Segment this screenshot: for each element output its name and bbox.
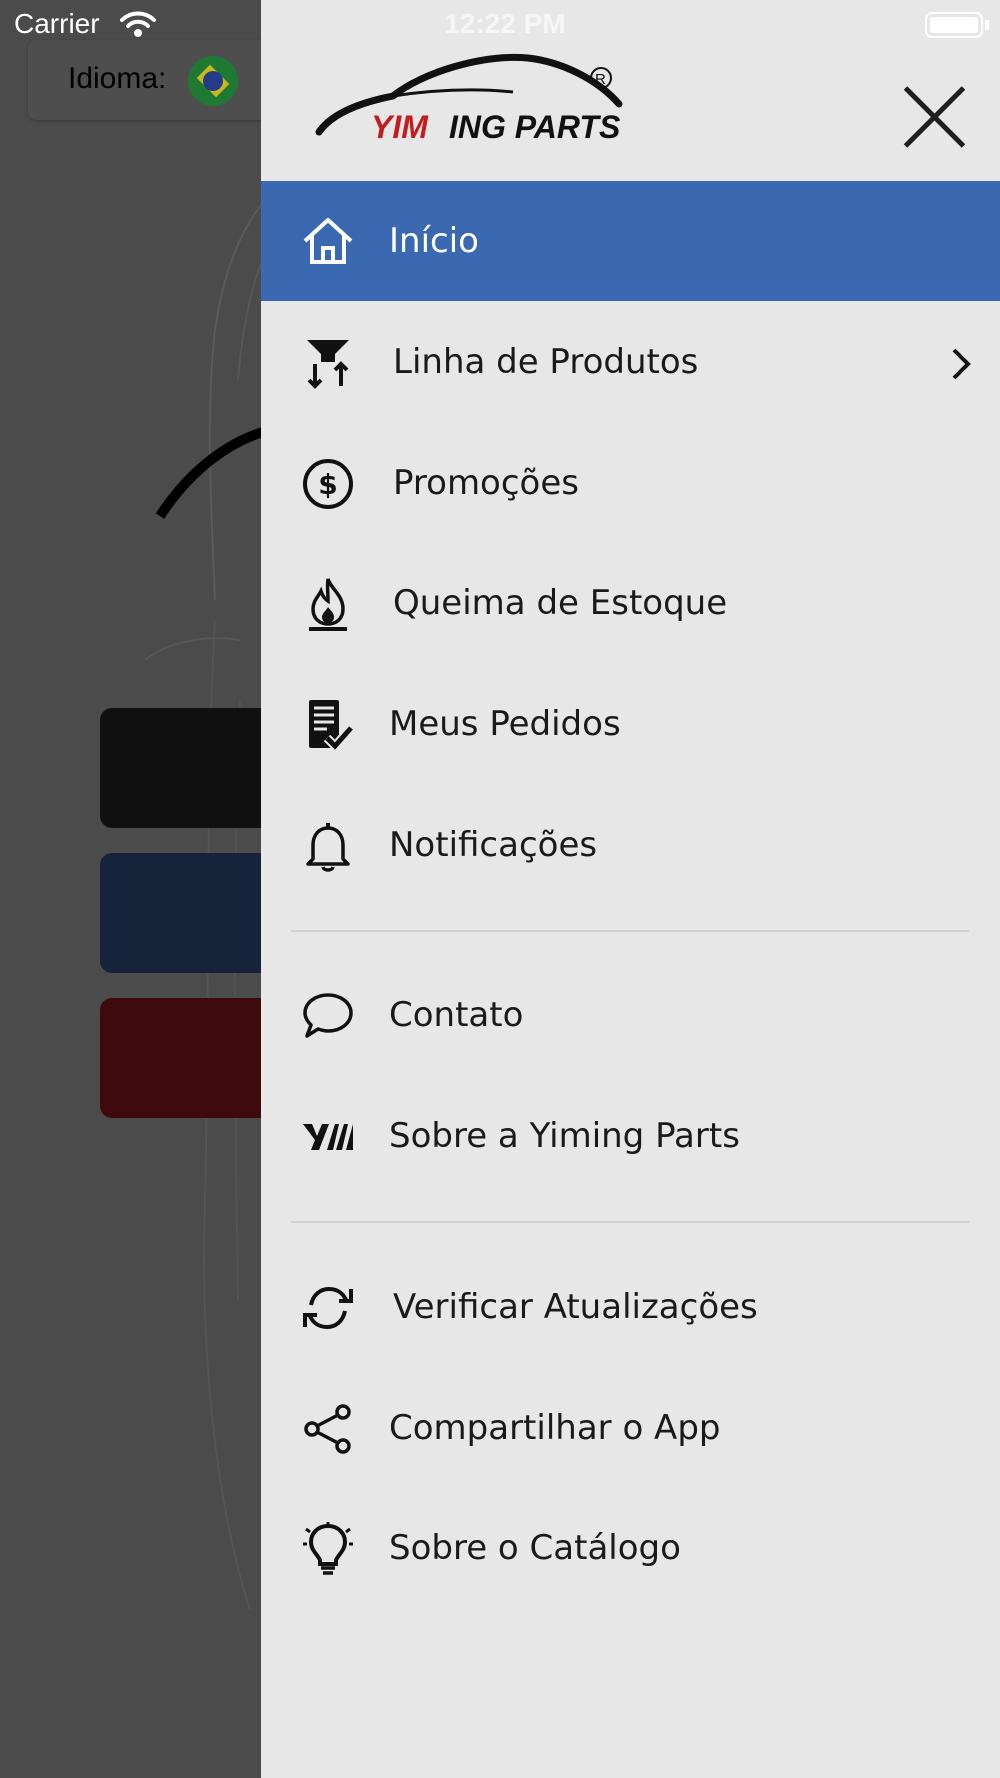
menu-label-contato: Contato — [389, 995, 524, 1035]
ym-logo-icon — [303, 1124, 353, 1150]
navigation-drawer: YIM ING PARTS R Início Linha de Produtos — [261, 0, 1000, 1778]
status-bar: Carrier 12:22 PM — [0, 0, 1000, 50]
menu-item-contato[interactable]: Contato — [261, 955, 1000, 1075]
flame-icon — [309, 578, 347, 631]
chevron-right-icon — [952, 348, 971, 380]
share-icon — [304, 1404, 351, 1454]
home-icon — [303, 218, 353, 264]
menu-label-compartilhar-app: Compartilhar o App — [389, 1408, 721, 1448]
menu-label-meus-pedidos: Meus Pedidos — [389, 704, 621, 744]
menu-item-queima-de-estoque[interactable]: Queima de Estoque — [261, 543, 1000, 663]
menu-divider-2 — [291, 1221, 969, 1223]
menu-item-verificar-atualizacoes[interactable]: Verificar Atualizações — [261, 1247, 1000, 1367]
bell-icon — [306, 823, 350, 872]
menu-item-linha-de-produtos[interactable]: Linha de Produtos — [261, 302, 1000, 422]
close-button[interactable] — [899, 82, 969, 152]
svg-text:R: R — [595, 71, 606, 88]
yiming-parts-logo: YIM ING PARTS R — [315, 53, 623, 145]
menu-label-verificar-atualizacoes: Verificar Atualizações — [393, 1287, 758, 1327]
status-time: 12:22 PM — [444, 8, 566, 39]
menu-label-linha-de-produtos: Linha de Produtos — [393, 342, 699, 382]
svg-text:$: $ — [318, 468, 337, 501]
menu-divider-1 — [291, 930, 969, 932]
menu-item-sobre-yiming[interactable]: Sobre a Yiming Parts — [261, 1076, 1000, 1196]
menu-label-notificacoes: Notificações — [389, 825, 598, 865]
refresh-icon — [303, 1286, 353, 1330]
menu-item-promocoes[interactable]: $ Promoções — [261, 423, 1000, 543]
chat-bubble-icon — [303, 993, 353, 1038]
logo-text-rest: ING PARTS — [449, 109, 621, 145]
menu-label-sobre-catalogo: Sobre o Catálogo — [389, 1528, 681, 1568]
menu-item-sobre-catalogo[interactable]: Sobre o Catálogo — [261, 1488, 1000, 1608]
battery-icon — [925, 12, 983, 38]
menu-label-inicio: Início — [389, 221, 479, 261]
menu-item-meus-pedidos[interactable]: Meus Pedidos — [261, 664, 1000, 784]
logo-text-ym: YIM — [371, 109, 429, 145]
menu-label-sobre-yiming: Sobre a Yiming Parts — [389, 1116, 740, 1156]
menu-item-notificacoes[interactable]: Notificações — [261, 785, 1000, 905]
lightbulb-icon — [303, 1522, 353, 1575]
menu-item-compartilhar-app[interactable]: Compartilhar o App — [261, 1368, 1000, 1488]
checklist-icon — [309, 700, 355, 752]
menu-label-promocoes: Promoções — [393, 463, 579, 503]
menu-item-inicio[interactable]: Início — [261, 181, 1000, 301]
battery-nub — [985, 20, 989, 30]
menu-label-queima-de-estoque: Queima de Estoque — [393, 583, 728, 623]
dollar-circle-icon: $ — [303, 459, 353, 509]
filter-sort-icon — [307, 340, 349, 389]
